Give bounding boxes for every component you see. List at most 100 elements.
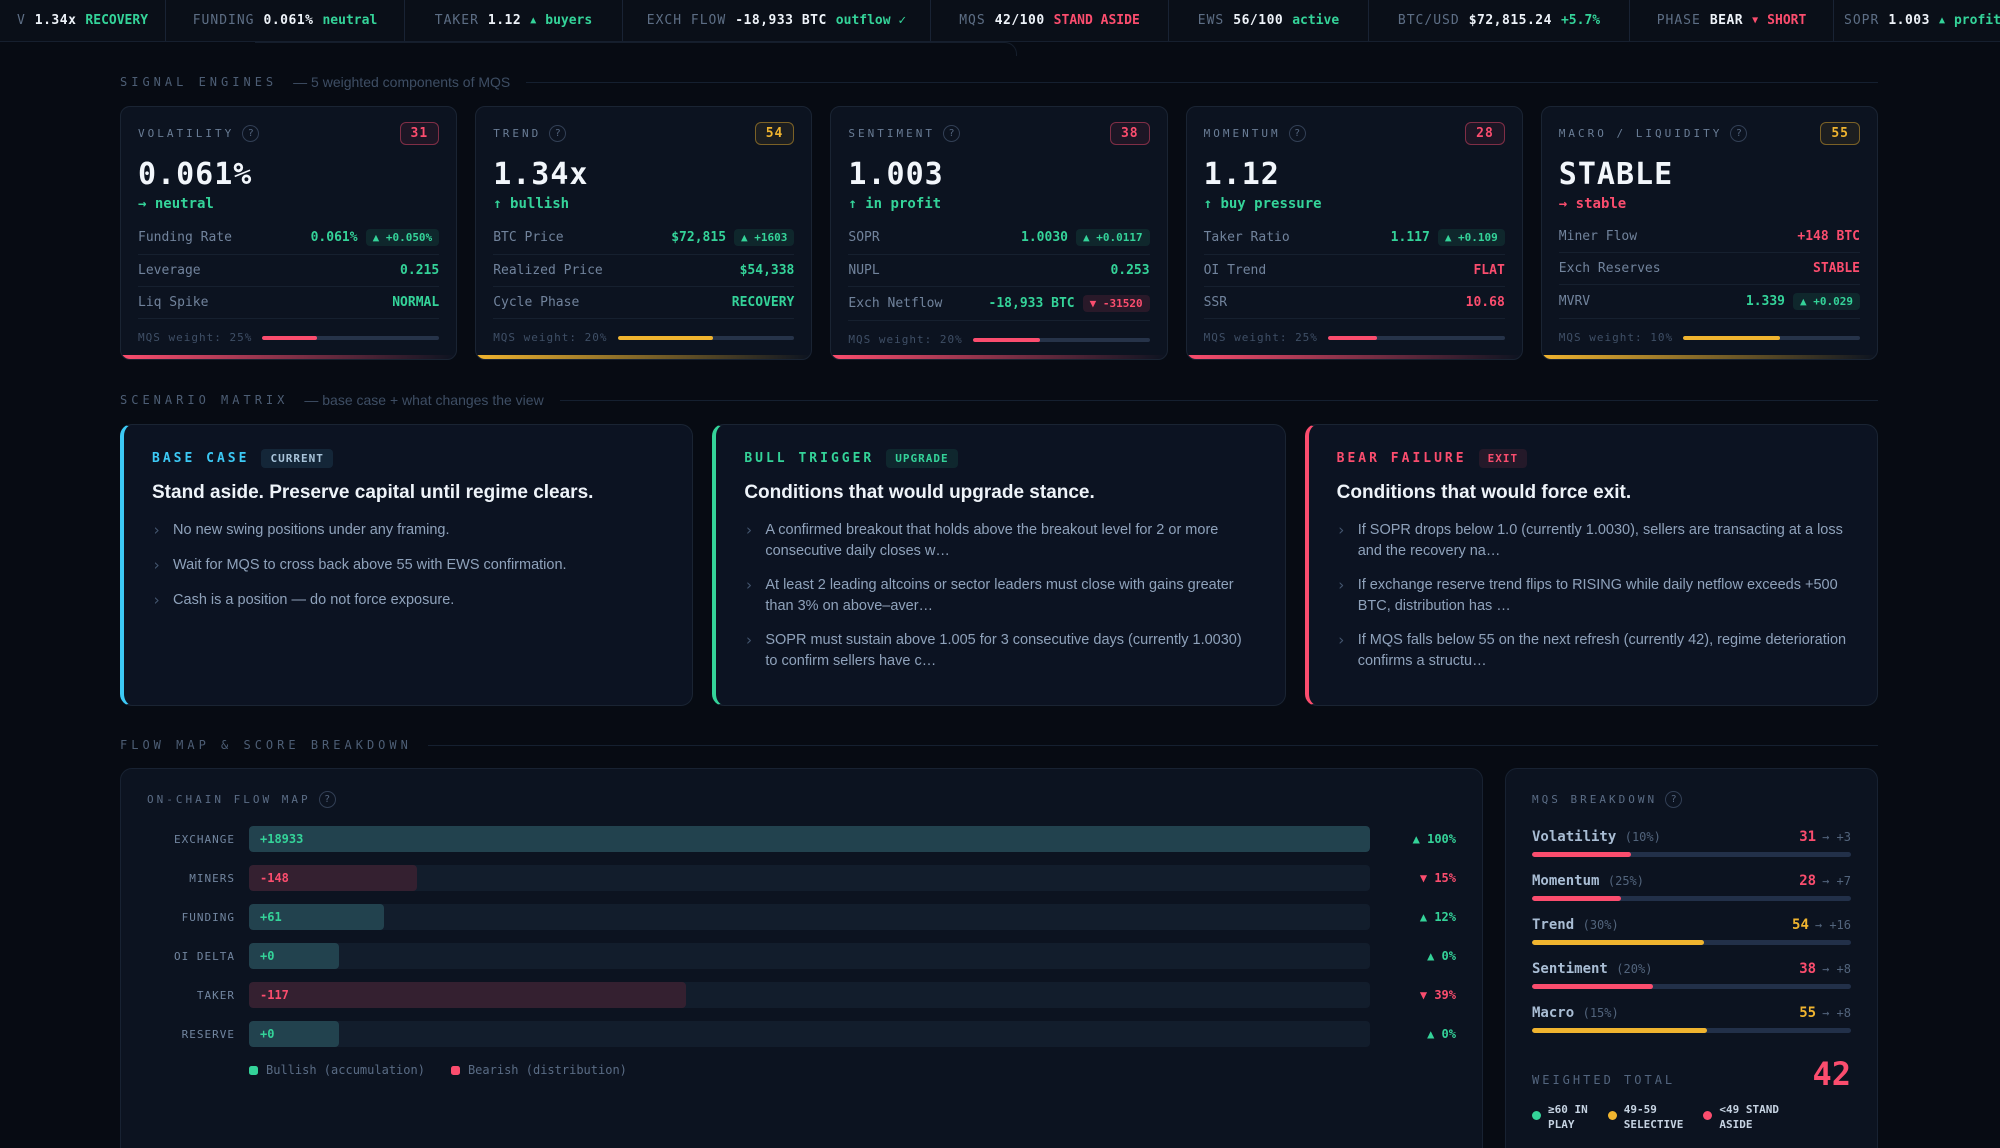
dashboard-page: V 1.34x RECOVERY FUNDING 0.061% neutral … (0, 0, 2000, 1148)
ticker-item-sopr: SOPR 1.003 ▲ profit (1833, 0, 2000, 41)
breakdown-delta: → +3 (1822, 830, 1851, 844)
flow-bar-track: -148 (249, 865, 1370, 891)
up-arrow-icon: ▲ (1939, 15, 1945, 26)
breakdown-bar-track (1532, 852, 1851, 857)
metric-value: $72,815 (671, 230, 726, 245)
section-header-flow-map: FLOW MAP & SCORE BREAKDOWN (120, 738, 1878, 752)
metric-row: Funding Rate 0.061% ▲ +0.050% (138, 221, 439, 255)
help-icon[interactable]: ? (242, 125, 259, 142)
metric-delta-badge: ▲ +0.0117 (1076, 229, 1150, 246)
breakdown-label: Volatility (10%) (1532, 829, 1661, 845)
card-title: SENTIMENT (848, 127, 935, 140)
chevron-right-icon: › (744, 520, 753, 562)
help-icon[interactable]: ? (943, 125, 960, 142)
flow-value: +0 (260, 943, 274, 969)
metric-row: NUPL 0.253 (848, 255, 1149, 287)
metric-label: Liq Spike (138, 295, 208, 310)
metric-delta-badge: ▲ +0.029 (1793, 293, 1860, 310)
help-icon[interactable]: ? (549, 125, 566, 142)
help-icon[interactable]: ? (1665, 791, 1682, 808)
metric-delta-badge: ▲ +0.050% (366, 229, 440, 246)
flow-label: MINERS (147, 872, 235, 885)
metric-delta-badge: ▲ +0.109 (1438, 229, 1505, 246)
breakdown-bar-track (1532, 940, 1851, 945)
signal-cards-row: VOLATILITY ? 31 0.061% → neutral Funding… (120, 106, 1878, 360)
scenario-card-base-case: BASE CASE CURRENT Stand aside. Preserve … (120, 424, 693, 706)
metric-row: BTC Price $72,815▲ +1603 (493, 221, 794, 255)
ticker-value: 1.34x (35, 13, 77, 28)
ticker-value: $72,815.24 (1469, 13, 1552, 28)
breakdown-row-volatility: Volatility (10%) 31 → +3 (1532, 826, 1851, 857)
scenario-label-row: BEAR FAILURE EXIT (1337, 449, 1849, 468)
section-subtitle: — 5 weighted components of MQS (293, 74, 510, 90)
bullet-text: If MQS falls below 55 on the next refres… (1358, 630, 1849, 672)
ticker-value: 42/100 (995, 13, 1045, 28)
chevron-right-icon: › (152, 520, 161, 542)
weighted-total-row: WEIGHTED TOTAL 42 (1532, 1055, 1851, 1093)
breakdown-delta: → +8 (1822, 1006, 1851, 1020)
flow-label: RESERVE (147, 1028, 235, 1041)
help-icon[interactable]: ? (1730, 125, 1747, 142)
metric-value: 0.061% (311, 230, 358, 245)
signal-card-momentum: MOMENTUM ? 28 1.12 ↑ buy pressure Taker … (1186, 106, 1523, 360)
divider (428, 745, 1878, 746)
breakdown-score: 31 (1799, 829, 1816, 845)
flow-pct: ▲ 12% (1384, 910, 1456, 924)
card-value: STABLE (1559, 157, 1860, 192)
flow-row-funding: FUNDING +61 ▲ 12% (147, 904, 1456, 930)
ticker-item-mqs: MQS 42/100 STAND ASIDE (930, 0, 1168, 41)
panel-title: MQS BREAKDOWN (1532, 793, 1657, 806)
weight-bar-track (1683, 336, 1860, 340)
legend-label: Bullish (accumulation) (266, 1063, 425, 1077)
breakdown-bar-fill (1532, 984, 1653, 989)
section-header-signal-engines: SIGNAL ENGINES — 5 weighted components o… (120, 74, 1878, 90)
card-value: 1.12 (1204, 157, 1505, 192)
ticker-status: neutral (322, 13, 377, 28)
metric-value: 1.339 (1746, 294, 1785, 309)
flow-pct: ▲ 0% (1384, 949, 1456, 963)
breakdown-bar-track (1532, 896, 1851, 901)
legend-label: <49 STAND ASIDE (1719, 1103, 1779, 1133)
ticker-label: BTC/USD (1398, 13, 1460, 28)
help-icon[interactable]: ? (319, 791, 336, 808)
metric-value: STABLE (1813, 261, 1860, 276)
metric-value: -18,933 BTC (989, 296, 1075, 311)
chevron-right-icon: › (744, 630, 753, 672)
ticker-label: EXCH FLOW (647, 13, 726, 28)
metric-delta-badge: ▼ -31520 (1083, 295, 1150, 312)
divider (526, 82, 1878, 83)
signal-card-sentiment: SENTIMENT ? 38 1.003 ↑ in profit SOPR 1.… (830, 106, 1167, 360)
card-accent-bar (1187, 355, 1522, 359)
bullet-text: If exchange reserve trend flips to RISIN… (1358, 575, 1849, 617)
card-accent-bar (831, 355, 1166, 359)
metric-value: +148 BTC (1797, 229, 1860, 244)
flow-bar-track: +18933 (249, 826, 1370, 852)
metric-label: OI Trend (1204, 263, 1267, 278)
scenario-bullet: › At least 2 leading altcoins or sector … (744, 575, 1256, 617)
card-header: VOLATILITY ? 31 (138, 122, 439, 145)
card-value: 0.061% (138, 157, 439, 192)
scenario-bullet: › A confirmed breakout that holds above … (744, 520, 1256, 562)
help-icon[interactable]: ? (1289, 125, 1306, 142)
metric-label: Taker Ratio (1204, 230, 1290, 245)
metric-value: 0.253 (1110, 263, 1149, 278)
flow-pct: ▲ 100% (1384, 832, 1456, 846)
ticker-label: FUNDING (193, 13, 255, 28)
breakdown-weight: (15%) (1583, 1006, 1619, 1020)
metric-value: FLAT (1473, 263, 1504, 278)
ticker-status: STAND ASIDE (1054, 13, 1140, 28)
score-legend: ≥60 IN PLAY 49-59 SELECTIVE <49 STAND AS… (1532, 1103, 1851, 1133)
metric-label: Funding Rate (138, 230, 232, 245)
scenario-title: Conditions that would upgrade stance. (744, 482, 1256, 504)
card-value: 1.003 (848, 157, 1149, 192)
legend-item-selective: 49-59 SELECTIVE (1608, 1103, 1684, 1133)
section-title: SIGNAL ENGINES (120, 75, 277, 89)
metric-label: Cycle Phase (493, 295, 579, 310)
down-arrow-icon: ▼ (1752, 15, 1758, 26)
metric-label: MVRV (1559, 294, 1590, 309)
ticker-value: 56/100 (1233, 13, 1283, 28)
ticker-item-mvrv: V 1.34x RECOVERY (0, 0, 165, 41)
score-badge: 28 (1465, 122, 1505, 145)
chevron-right-icon: › (1337, 520, 1346, 562)
breakdown-label: Macro (15%) (1532, 1005, 1619, 1021)
